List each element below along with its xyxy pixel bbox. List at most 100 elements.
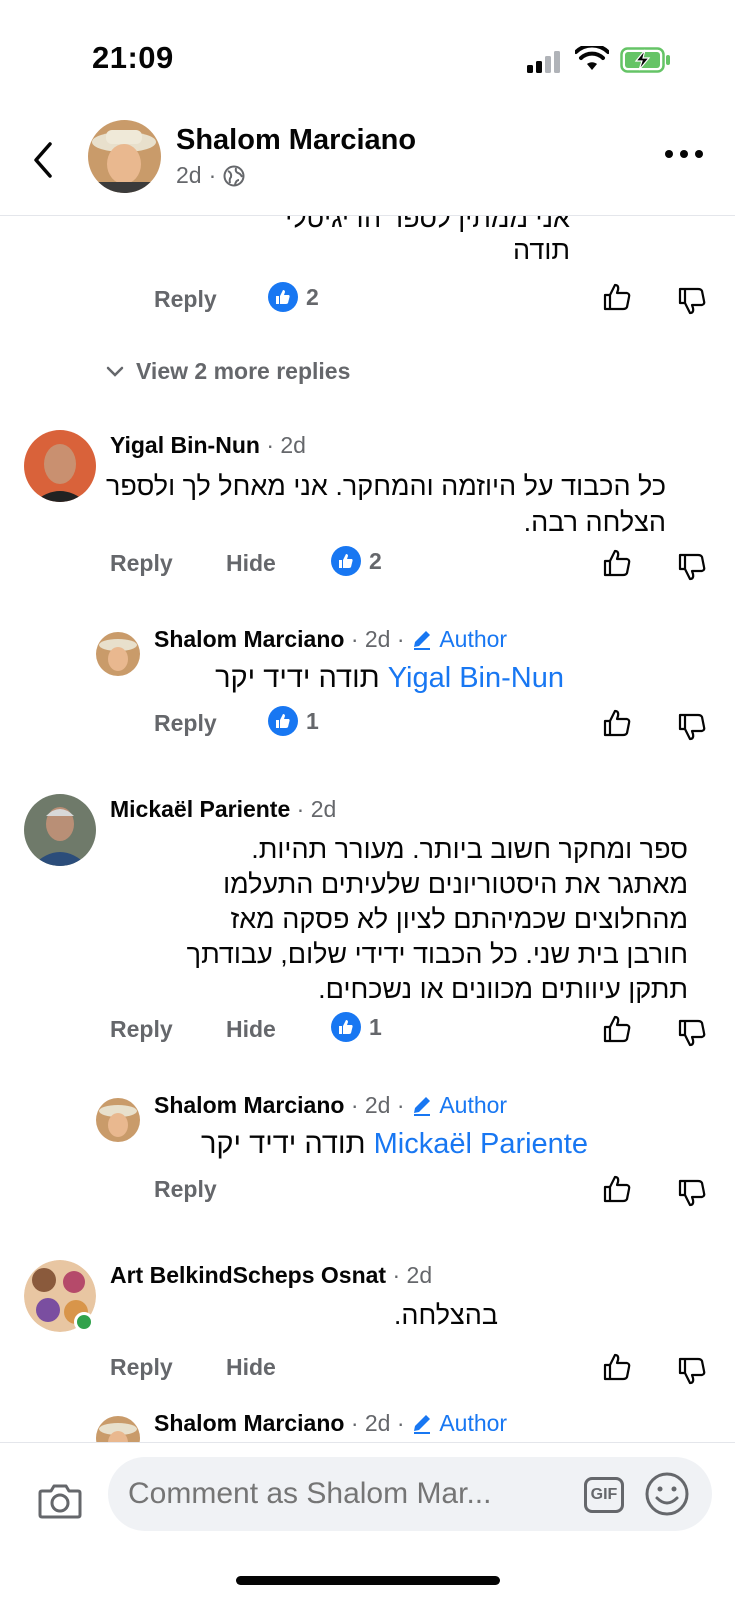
mention-link[interactable]: Mickaël Pariente bbox=[374, 1128, 588, 1160]
comment-line: מהחלוצים שכמיהתם לציון לא פסקה מאז bbox=[230, 904, 689, 934]
thumbs-up-icon[interactable] bbox=[602, 548, 632, 578]
comment-text: ספר ומחקר חשוב ביותר. מעורר תהיות. מאתגר… bbox=[106, 832, 688, 1007]
comment-line: תתקן עיוותים מכוונים או נשכחים. bbox=[318, 974, 688, 1004]
like-count: 1 bbox=[306, 707, 319, 734]
reply-button[interactable]: Reply bbox=[110, 1354, 173, 1381]
like-count: 2 bbox=[369, 547, 382, 574]
comment-line: אני ממתין לספר הדיגיטלי bbox=[285, 216, 570, 233]
post-age: 2d bbox=[176, 162, 202, 188]
thumbs-down-icon[interactable] bbox=[677, 1356, 707, 1386]
thumbs-down-icon[interactable] bbox=[677, 286, 707, 316]
comment-body: תודה ידיד יקר bbox=[200, 1128, 366, 1160]
reply-button[interactable]: Reply bbox=[154, 286, 217, 313]
author-badge: Author bbox=[439, 626, 508, 652]
reply-button[interactable]: Reply bbox=[110, 550, 173, 577]
like-count: 2 bbox=[306, 283, 319, 310]
thumbs-up-icon[interactable] bbox=[602, 708, 632, 738]
post-header: Shalom Marciano 2d · bbox=[0, 110, 735, 216]
thumbs-up-icon[interactable] bbox=[602, 1174, 632, 1204]
reply-button[interactable]: Reply bbox=[154, 1176, 217, 1203]
hide-button[interactable]: Hide bbox=[226, 550, 276, 577]
status-bar: 21:09 bbox=[0, 0, 735, 110]
avatar[interactable] bbox=[24, 1260, 96, 1332]
comment-author[interactable]: Shalom Marciano · 2d · Author bbox=[154, 1410, 507, 1437]
like-icon bbox=[268, 706, 298, 736]
comment-text: Mickaël Pariente תודה ידיד יקר bbox=[154, 1126, 588, 1162]
battery-icon bbox=[620, 47, 670, 73]
comment-composer: GIF bbox=[0, 1442, 735, 1600]
pencil-icon bbox=[413, 631, 430, 650]
wifi-icon bbox=[575, 46, 609, 70]
chevron-down-icon bbox=[106, 366, 124, 377]
comment-line: תודה bbox=[513, 235, 570, 265]
avatar[interactable] bbox=[88, 120, 161, 193]
comment-line: ספר ומחקר חשוב ביותר. מעורר תהיות. bbox=[251, 834, 688, 864]
avatar[interactable] bbox=[96, 1416, 140, 1442]
comment-text: כל הכבוד על היוזמה והמחקר. אני מאחל לך ו… bbox=[105, 471, 666, 537]
comment-age: 2d bbox=[364, 1092, 391, 1118]
thumbs-up-icon[interactable] bbox=[602, 1014, 632, 1044]
online-indicator bbox=[74, 1312, 94, 1332]
back-icon[interactable] bbox=[28, 138, 58, 182]
camera-icon[interactable] bbox=[38, 1481, 82, 1521]
comment-body: תודה ידיד יקר bbox=[215, 662, 380, 694]
author-badge: Author bbox=[439, 1092, 508, 1118]
reaction-count[interactable]: 1 bbox=[331, 1012, 382, 1042]
comment-text: Yigal Bin-Nun תודה ידיד יקר bbox=[154, 660, 564, 696]
hide-button[interactable]: Hide bbox=[226, 1016, 276, 1043]
comment-line: חורבן בית שני. כל הכבוד ידידי שלום, עבוד… bbox=[186, 939, 688, 969]
avatar[interactable] bbox=[96, 1098, 140, 1142]
pencil-icon bbox=[413, 1097, 430, 1116]
reaction-count[interactable]: 2 bbox=[268, 282, 319, 312]
reaction-count[interactable]: 2 bbox=[331, 546, 382, 576]
gif-icon[interactable]: GIF bbox=[584, 1477, 624, 1513]
like-count: 1 bbox=[369, 1013, 382, 1040]
comment-age: 2d bbox=[364, 626, 391, 652]
avatar[interactable] bbox=[24, 794, 96, 866]
separator: · bbox=[208, 162, 217, 188]
comment-author[interactable]: Mickaël Pariente · 2d bbox=[110, 796, 336, 823]
mention-link[interactable]: Yigal Bin-Nun bbox=[388, 662, 564, 694]
header-name[interactable]: Shalom Marciano bbox=[176, 124, 416, 157]
thumbs-up-icon[interactable] bbox=[602, 282, 632, 312]
signal-icon bbox=[527, 51, 560, 73]
like-icon bbox=[331, 546, 361, 576]
comment-text: בהצלחה. bbox=[393, 1300, 498, 1330]
avatar[interactable] bbox=[96, 632, 140, 676]
comment-author[interactable]: Shalom Marciano · 2d · Author bbox=[154, 626, 507, 653]
comment-age: 2d bbox=[364, 1410, 391, 1436]
comment-text: אני ממתין לספר הדיגיטלי תודה bbox=[240, 216, 570, 266]
pencil-icon bbox=[413, 1415, 430, 1434]
reply-button[interactable]: Reply bbox=[154, 710, 217, 737]
comment-author[interactable]: Yigal Bin-Nun · 2d bbox=[110, 432, 306, 459]
author-name[interactable]: Art BelkindScheps Osnat bbox=[110, 1262, 386, 1288]
comment-author[interactable]: Art BelkindScheps Osnat · 2d bbox=[110, 1262, 432, 1289]
thumbs-down-icon[interactable] bbox=[677, 1018, 707, 1048]
comment-input[interactable] bbox=[128, 1477, 548, 1511]
author-name[interactable]: Shalom Marciano bbox=[154, 1410, 344, 1436]
reply-button[interactable]: Reply bbox=[110, 1016, 173, 1043]
more-icon[interactable] bbox=[665, 150, 703, 158]
comment-line: מאתגר את היסטוריונים שלעיתים התעלמו bbox=[223, 869, 688, 899]
author-name[interactable]: Shalom Marciano bbox=[154, 626, 344, 652]
hide-button[interactable]: Hide bbox=[226, 1354, 276, 1381]
author-name[interactable]: Shalom Marciano bbox=[154, 1092, 344, 1118]
emoji-icon[interactable] bbox=[644, 1471, 690, 1517]
comment-author[interactable]: Shalom Marciano · 2d · Author bbox=[154, 1092, 507, 1119]
comment-age: 2d bbox=[406, 1262, 433, 1288]
comment-age: 2d bbox=[280, 432, 306, 458]
view-more-replies[interactable]: View 2 more replies bbox=[106, 358, 350, 385]
avatar[interactable] bbox=[24, 430, 96, 502]
comment-box[interactable]: GIF bbox=[108, 1457, 712, 1531]
thumbs-down-icon[interactable] bbox=[677, 552, 707, 582]
comments-feed[interactable]: אני ממתין לספר הדיגיטלי תודה Reply 2 Vie… bbox=[0, 216, 735, 1442]
view-more-label: View 2 more replies bbox=[136, 358, 351, 384]
author-badge: Author bbox=[439, 1410, 508, 1436]
reaction-count[interactable]: 1 bbox=[268, 706, 319, 736]
author-name[interactable]: Mickaël Pariente bbox=[110, 796, 290, 822]
author-name[interactable]: Yigal Bin-Nun bbox=[110, 432, 260, 458]
globe-icon bbox=[223, 165, 245, 186]
thumbs-down-icon[interactable] bbox=[677, 1178, 707, 1208]
thumbs-down-icon[interactable] bbox=[677, 712, 707, 742]
thumbs-up-icon[interactable] bbox=[602, 1352, 632, 1382]
